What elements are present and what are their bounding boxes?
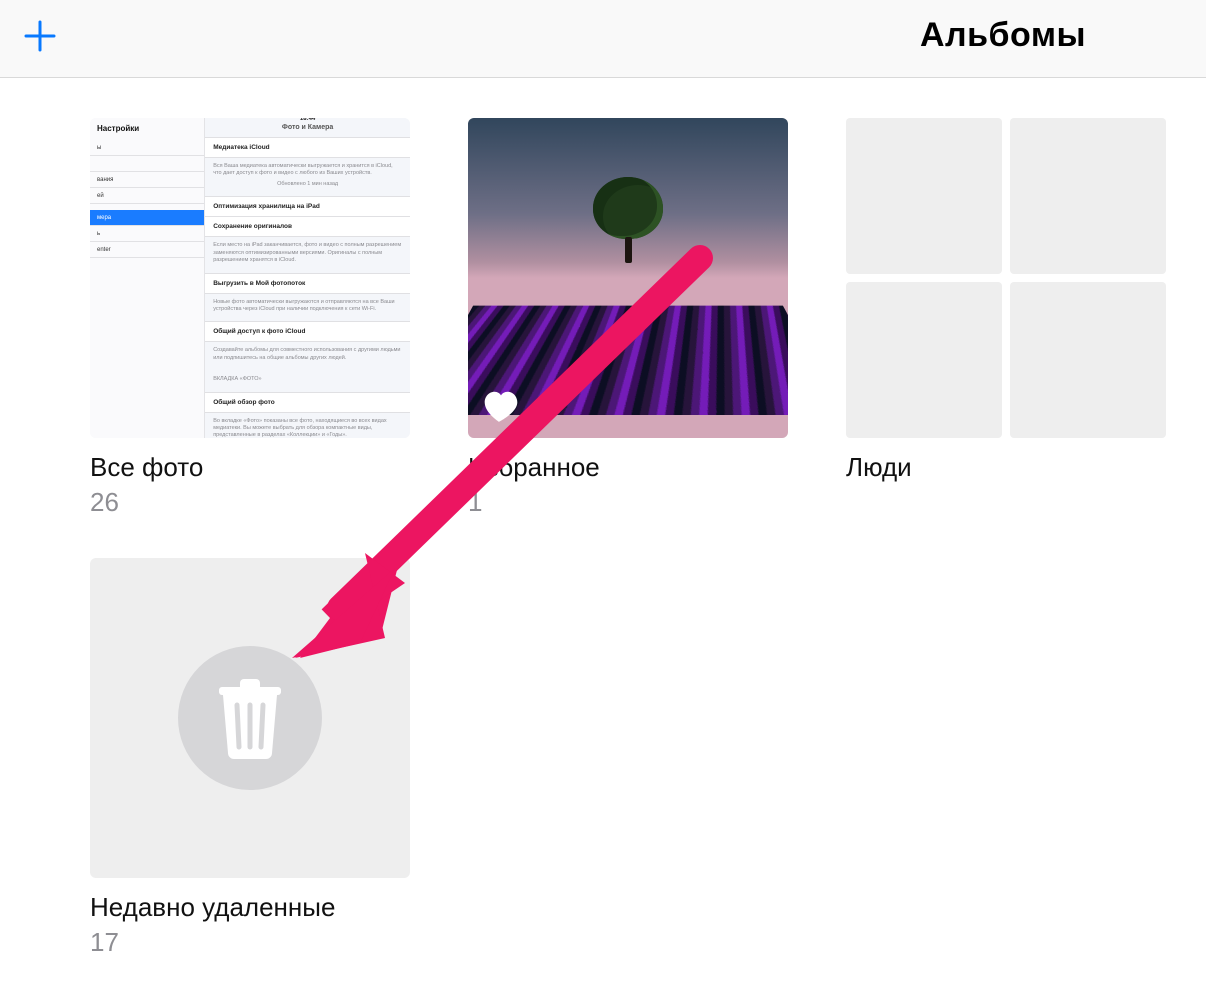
album-people-thumb (846, 118, 1166, 438)
album-favorites[interactable]: Избранное 1 (468, 118, 788, 518)
album-recently-deleted-thumb (90, 558, 410, 878)
album-all-photos-thumb: Настройки ы вания ей мера ь enter 18:44Ф… (90, 118, 410, 438)
album-recently-deleted-count: 17 (90, 927, 410, 958)
album-recently-deleted[interactable]: Недавно удаленные 17 (90, 558, 410, 958)
album-all-photos[interactable]: Настройки ы вания ей мера ь enter 18:44Ф… (90, 118, 410, 518)
album-people[interactable]: Люди (846, 118, 1166, 518)
album-all-photos-title: Все фото (90, 452, 410, 483)
page-title: Альбомы (920, 16, 1086, 55)
album-all-photos-count: 26 (90, 487, 410, 518)
albums-grid: Настройки ы вания ей мера ь enter 18:44Ф… (90, 118, 1116, 958)
navbar: Альбомы (0, 0, 1206, 78)
album-recently-deleted-title: Недавно удаленные (90, 892, 410, 923)
add-button[interactable] (18, 14, 62, 58)
heart-icon (482, 388, 520, 424)
plus-icon (23, 19, 57, 53)
album-people-title: Люди (846, 452, 1166, 483)
album-favorites-title: Избранное (468, 452, 788, 483)
trash-icon (215, 677, 285, 759)
albums-content: Настройки ы вания ей мера ь enter 18:44Ф… (0, 78, 1206, 958)
album-favorites-thumb (468, 118, 788, 438)
album-favorites-count: 1 (468, 487, 788, 518)
